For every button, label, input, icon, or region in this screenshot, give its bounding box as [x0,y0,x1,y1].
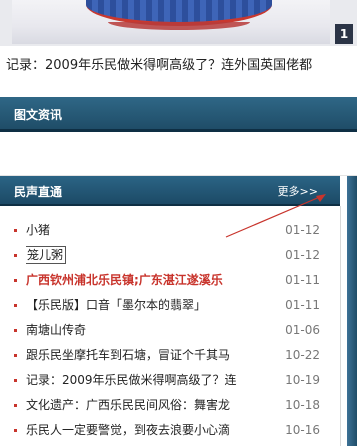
list-item[interactable]: 记录：2009年乐民做米得啊高级了？连 10-19 [0,368,340,393]
adjacent-panel-edge [347,176,357,446]
news-date: 10-19 [285,373,320,387]
list-item[interactable]: 文化遗产：广西乐民民间风俗：舞害龙 10-18 [0,393,340,418]
list-item[interactable]: 小猪 01-12 [0,218,340,243]
news-list: 小猪 01-12 笼儿粥 01-12 广西钦州浦北乐民镇;广东湛江遂溪乐 01-… [0,218,340,443]
list-item[interactable]: 广西钦州浦北乐民镇;广东湛江遂溪乐 01-11 [0,268,340,293]
news-date: 01-12 [285,223,320,237]
news-title[interactable]: 记录：2009年乐民做米得啊高级了？连 [26,368,262,393]
slide-caption[interactable]: 记录：2009年乐民做米得啊高级了？连外国英国佬都 [6,54,356,73]
bullet-icon [14,329,17,332]
news-title[interactable]: 跟乐民坐摩托车到石塘，冒证个千其马 [26,343,262,368]
section-header-public-voice: 民声直通 更多>> [0,176,340,206]
news-list-panel: 小猪 01-12 笼儿粥 01-12 广西钦州浦北乐民镇;广东湛江遂溪乐 01-… [0,206,341,446]
slide-page-number[interactable]: 1 [335,24,353,44]
news-date: 10-16 [285,423,320,437]
news-title[interactable]: 广西钦州浦北乐民镇;广东湛江遂溪乐 [26,268,262,293]
bullet-icon [14,254,17,257]
news-date: 01-06 [285,323,320,337]
bullet-icon [14,279,17,282]
news-title[interactable]: 小猪 [26,218,262,243]
section-spacer [0,132,357,176]
news-title[interactable]: 笼儿粥 [26,243,262,268]
image-slideshow[interactable]: 1 [0,0,357,46]
bullet-icon [14,354,17,357]
news-title[interactable]: 【乐民版】口音「墨尔本的翡翠」 [26,293,262,318]
news-title[interactable]: 文化遗产：广西乐民民间风俗：舞害龙 [26,393,262,418]
bullet-icon [14,304,17,307]
news-title-text[interactable]: 笼儿粥 [26,246,67,264]
news-date: 01-11 [285,273,320,287]
list-item[interactable]: 乐民人一定要警觉，到夜去浪要小心滴 10-16 [0,418,340,443]
news-date: 01-12 [285,248,320,262]
bullet-icon [14,429,17,432]
slide-image-artwork-band [108,22,250,30]
list-item[interactable]: 跟乐民坐摩托车到石塘，冒证个千其马 10-22 [0,343,340,368]
list-item[interactable]: 笼儿粥 01-12 [0,243,340,268]
bullet-icon [14,229,17,232]
news-date: 10-22 [285,348,320,362]
section-title: 民声直通 [14,185,63,199]
news-title[interactable]: 南塘山传奇 [26,318,262,343]
list-item[interactable]: 【乐民版】口音「墨尔本的翡翠」 01-11 [0,293,340,318]
bullet-icon [14,379,17,382]
slide-image[interactable] [12,0,330,44]
section-title: 图文资讯 [14,108,63,122]
bullet-icon [14,404,17,407]
more-link[interactable]: 更多>> [278,183,318,199]
news-title[interactable]: 乐民人一定要警觉，到夜去浪要小心滴 [26,418,262,443]
news-date: 10-18 [285,398,320,412]
section-header-image-news: 图文资讯 [0,97,357,132]
news-date: 01-11 [285,298,320,312]
list-item[interactable]: 南塘山传奇 01-06 [0,318,340,343]
